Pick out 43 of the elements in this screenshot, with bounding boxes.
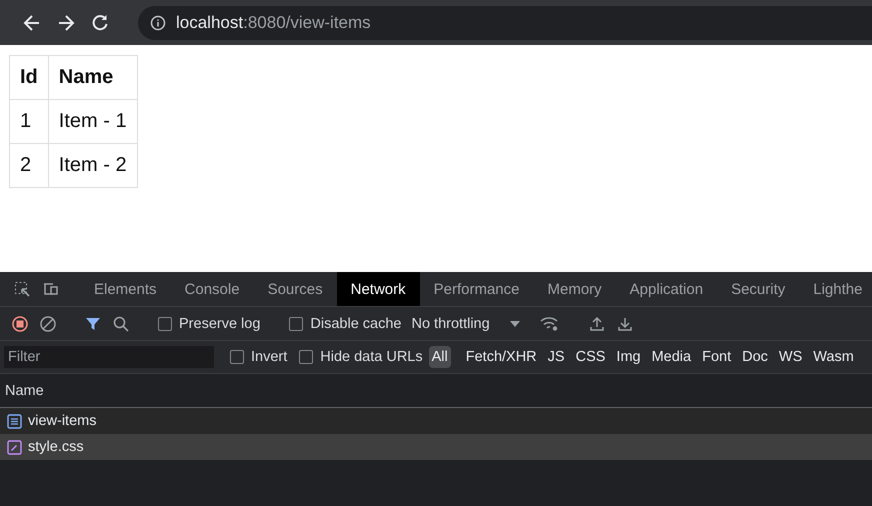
hide-data-urls-checkbox[interactable]: Hide data URLs [299, 349, 423, 365]
filter-input[interactable]: Filter [4, 346, 214, 368]
devtools-tab[interactable]: Console [170, 272, 254, 306]
table-cell: 1 [10, 100, 48, 144]
url-text: localhost:8080/view-items [176, 12, 371, 32]
resource-type-filter[interactable]: All [428, 346, 451, 368]
devtools-tab[interactable]: Sources [254, 272, 337, 306]
resource-type-filter[interactable]: Doc [739, 346, 771, 368]
resource-type-filter[interactable]: CSS [572, 346, 608, 368]
resource-type-filter[interactable]: Font [699, 346, 734, 368]
devtools-tab[interactable]: Memory [534, 272, 616, 306]
throttling-dropdown[interactable]: No throttling [411, 316, 520, 332]
address-bar[interactable]: localhost:8080/view-items [138, 6, 872, 40]
column-header: Name [5, 382, 44, 398]
devtools-tab[interactable]: Security [717, 272, 800, 306]
caret-icon [510, 320, 520, 328]
document-icon [7, 414, 22, 428]
preserve-log-checkbox[interactable]: Preserve log [158, 316, 260, 332]
resource-type-filter[interactable]: Media [648, 346, 694, 368]
resource-type-filter[interactable]: Img [613, 346, 644, 368]
column-header: Name [48, 56, 138, 100]
devtools-tab[interactable]: Lighthe [799, 272, 872, 306]
table-cell: Item - 2 [48, 144, 138, 188]
info-icon [150, 14, 166, 30]
resource-type-filter[interactable]: JS [544, 346, 568, 368]
stylesheet-icon [7, 440, 22, 454]
devtools-tab[interactable]: Application [616, 272, 718, 306]
devtools-tab[interactable]: Network [336, 272, 420, 306]
invert-checkbox[interactable]: Invert [230, 349, 288, 365]
reload-icon [90, 12, 110, 32]
devtools-tab[interactable]: Performance [420, 272, 534, 306]
resource-type-filter[interactable]: WS [776, 346, 806, 368]
table-cell: 2 [10, 144, 48, 188]
disable-cache-checkbox[interactable]: Disable cache [289, 316, 402, 332]
devtools-tab[interactable]: Elements [80, 272, 171, 306]
table-cell: Item - 1 [48, 100, 138, 144]
resource-type-filter[interactable]: Wasm [810, 346, 857, 368]
forward-arrow-icon [56, 12, 76, 32]
request-row[interactable]: view-items [0, 408, 872, 434]
resource-type-filter[interactable]: Fetch/XHR [462, 346, 540, 368]
column-header: Id [10, 56, 48, 100]
request-row[interactable]: style.css [0, 434, 872, 460]
back-arrow-icon [22, 12, 42, 32]
